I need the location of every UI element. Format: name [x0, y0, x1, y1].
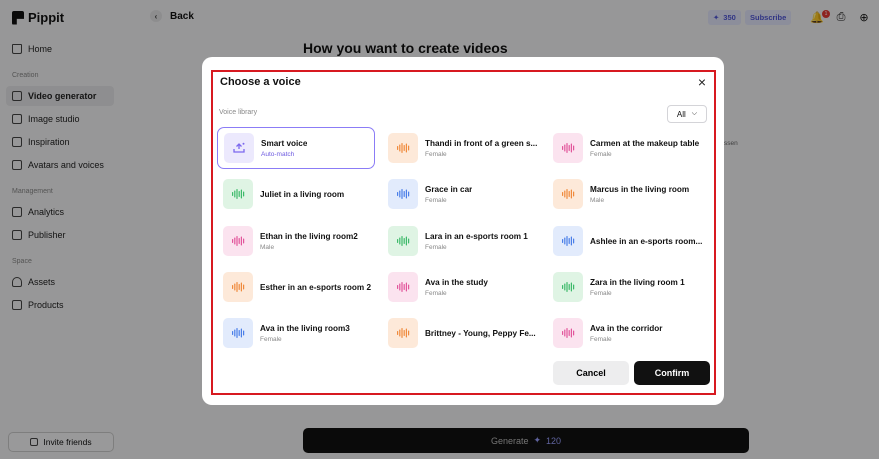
voice-card-text: Juliet in a living room [260, 190, 344, 199]
sound-wave-icon [388, 318, 418, 348]
voice-card[interactable]: Smart voice Auto-match [217, 127, 375, 169]
voice-card[interactable]: Ava in the living room3 Female [217, 312, 375, 354]
sound-wave-icon [553, 226, 583, 256]
voice-subtitle: Male [590, 196, 605, 204]
voice-subtitle: Female [425, 289, 447, 297]
voice-card[interactable]: Ashlee in an e-sports room... [547, 220, 705, 262]
voice-name: Ashlee in an e-sports room... [590, 236, 703, 246]
close-icon[interactable]: × [695, 75, 709, 89]
voice-card[interactable]: Ava in the corridor Female [547, 312, 705, 354]
voice-card[interactable]: Brittney - Young, Peppy Fe... [382, 312, 540, 354]
voice-subtitle: Female [425, 150, 447, 158]
voice-subtitle: Female [590, 335, 612, 343]
voice-card[interactable]: Grace in car Female [382, 173, 540, 215]
voice-subtitle: Auto-match [261, 150, 295, 158]
voice-name: Ava in the corridor [590, 323, 663, 333]
sound-wave-icon [388, 133, 418, 163]
voice-filter-dropdown[interactable]: All ⌵ [667, 105, 707, 123]
voice-name: Zara in the living room 1 [590, 277, 685, 287]
voice-name: Esther in an e-sports room 2 [260, 282, 372, 292]
voice-card-text: Ethan in the living room2 Male [260, 232, 358, 251]
voice-name: Juliet in a living room [260, 189, 345, 199]
voice-card-text: Carmen at the makeup table Female [590, 139, 699, 158]
voice-card-text: Smart voice Auto-match [261, 139, 307, 158]
voice-subtitle: Female [590, 289, 612, 297]
voice-card[interactable]: Juliet in a living room [217, 173, 375, 215]
voice-name: Ava in the study [425, 277, 488, 287]
voice-library-label: Voice library [219, 109, 258, 116]
sound-wave-icon [388, 179, 418, 209]
dialog-title: Choose a voice [220, 76, 301, 88]
voice-card-text: Ava in the corridor Female [590, 324, 663, 343]
voice-card[interactable]: Ethan in the living room2 Male [217, 220, 375, 262]
voice-name: Carmen at the makeup table [590, 138, 700, 148]
voice-card-text: Zara in the living room 1 Female [590, 278, 685, 297]
sound-wave-icon [388, 226, 418, 256]
chevron-down-icon: ⌵ [691, 110, 698, 117]
voice-card[interactable]: Ava in the study Female [382, 266, 540, 308]
sound-wave-icon [223, 179, 253, 209]
cancel-button[interactable]: Cancel [553, 361, 629, 385]
sound-wave-icon [223, 226, 253, 256]
voice-card-text: Ava in the living room3 Female [260, 324, 350, 343]
sound-wave-icon [553, 179, 583, 209]
sound-wave-icon [223, 272, 253, 302]
voice-card[interactable]: Esther in an e-sports room 2 [217, 266, 375, 308]
voice-card-text: Brittney - Young, Peppy Fe... [425, 329, 536, 338]
voice-name: Brittney - Young, Peppy Fe... [425, 328, 536, 338]
voice-name: Ava in the living room3 [260, 323, 350, 333]
voice-subtitle: Female [260, 335, 282, 343]
voice-name: Lara in an e-sports room 1 [425, 231, 528, 241]
voice-card[interactable]: Lara in an e-sports room 1 Female [382, 220, 540, 262]
sound-wave-icon [223, 318, 253, 348]
voice-card[interactable]: Marcus in the living room Male [547, 173, 705, 215]
voice-subtitle: Female [425, 243, 447, 251]
voice-name: Ethan in the living room2 [260, 231, 358, 241]
voice-name: Grace in car [425, 184, 473, 194]
voice-card-text: Grace in car Female [425, 185, 472, 204]
voice-card[interactable]: Zara in the living room 1 Female [547, 266, 705, 308]
smart-voice-icon [224, 133, 254, 163]
sound-wave-icon [553, 133, 583, 163]
voice-name: Thandi in front of a green s... [425, 138, 538, 148]
voice-name: Smart voice [261, 138, 308, 148]
voice-subtitle: Female [590, 150, 612, 158]
confirm-button[interactable]: Confirm [634, 361, 710, 385]
voice-card-text: Thandi in front of a green s... Female [425, 139, 537, 158]
voice-card-text: Esther in an e-sports room 2 [260, 283, 371, 292]
sound-wave-icon [553, 272, 583, 302]
sound-wave-icon [388, 272, 418, 302]
voice-card-text: Marcus in the living room Male [590, 185, 689, 204]
voice-card-text: Lara in an e-sports room 1 Female [425, 232, 528, 251]
voice-name: Marcus in the living room [590, 184, 690, 194]
voice-card[interactable]: Carmen at the makeup table Female [547, 127, 705, 169]
voice-subtitle: Male [260, 243, 275, 251]
voice-subtitle: Female [425, 196, 447, 204]
voice-card-text: Ashlee in an e-sports room... [590, 237, 702, 246]
voice-card-text: Ava in the study Female [425, 278, 488, 297]
voice-card[interactable]: Thandi in front of a green s... Female [382, 127, 540, 169]
sound-wave-icon [553, 318, 583, 348]
